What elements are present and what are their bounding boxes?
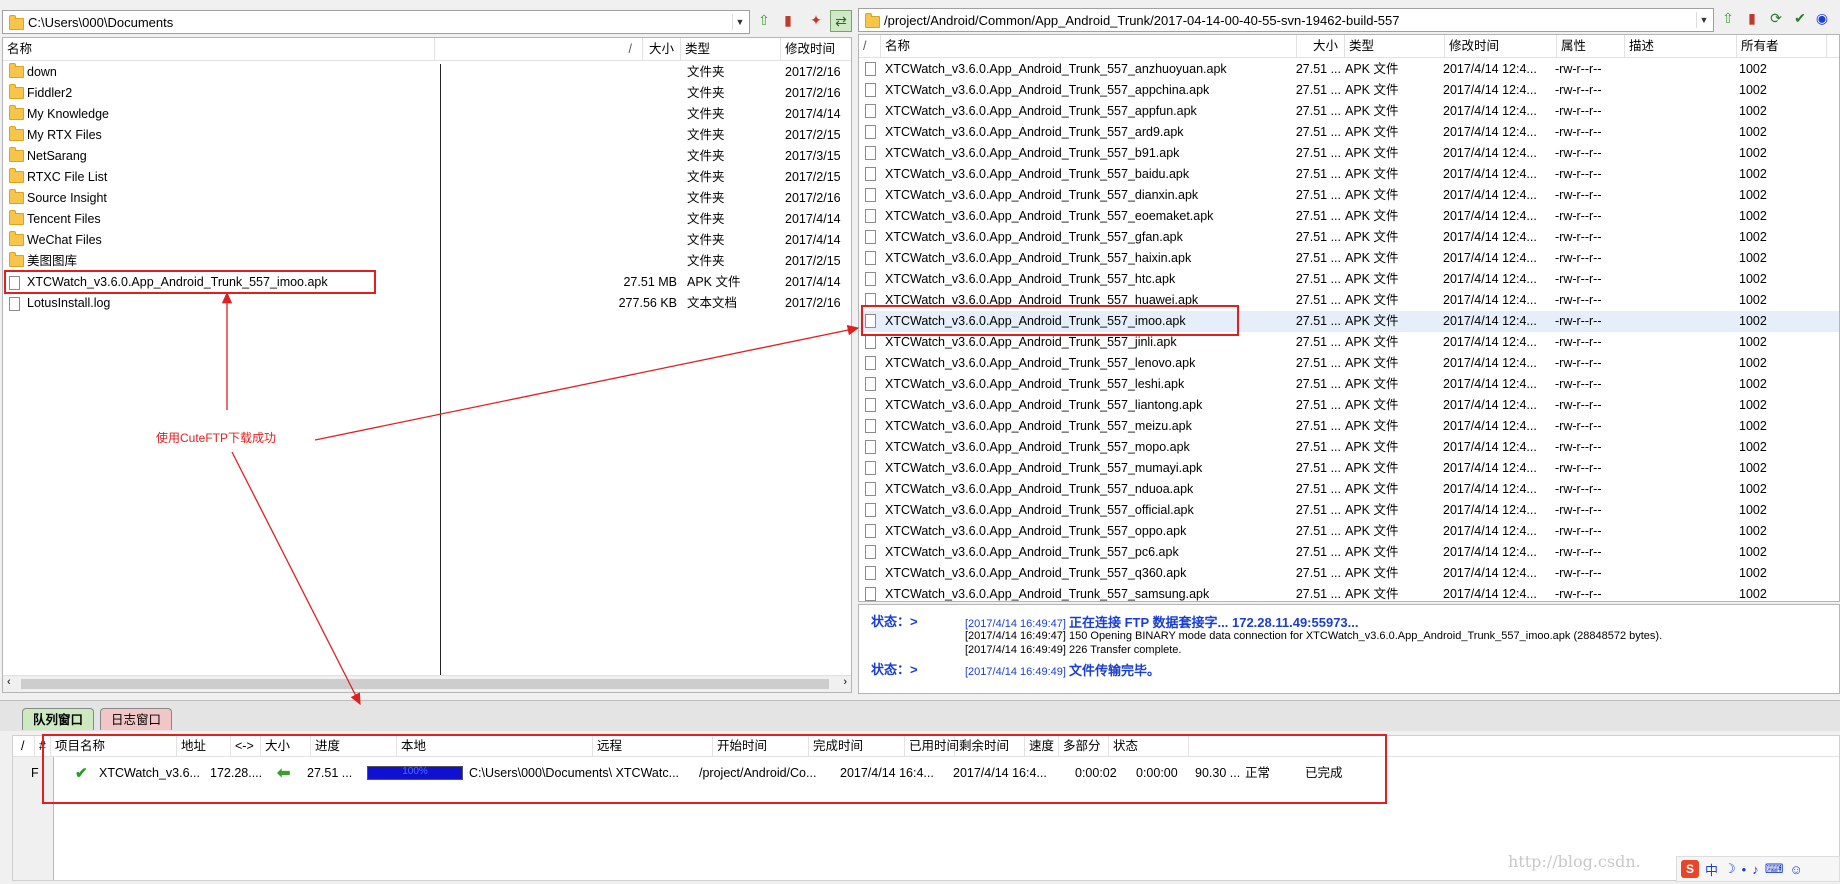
annotation-text: 使用CuteFTP下载成功 — [156, 431, 277, 445]
person-icon[interactable]: ☺ — [1790, 862, 1803, 877]
punctuation-icon[interactable]: • — [1742, 862, 1747, 877]
ime-mode-icon[interactable]: 中 — [1705, 860, 1718, 879]
arrow-to-queue — [231, 451, 361, 706]
keyboard-icon[interactable]: ⌨ — [1765, 861, 1784, 877]
microphone-icon[interactable]: ♪ — [1752, 862, 1759, 877]
sogou-ime-icon[interactable]: S — [1681, 860, 1699, 878]
ime-toolbar[interactable]: S 中 ☽ • ♪ ⌨ ☺ — [1676, 856, 1840, 882]
watermark: http://blog.csdn. — [1508, 852, 1641, 871]
moon-icon[interactable]: ☽ — [1724, 861, 1736, 877]
arrow-to-remote-file — [314, 325, 860, 441]
